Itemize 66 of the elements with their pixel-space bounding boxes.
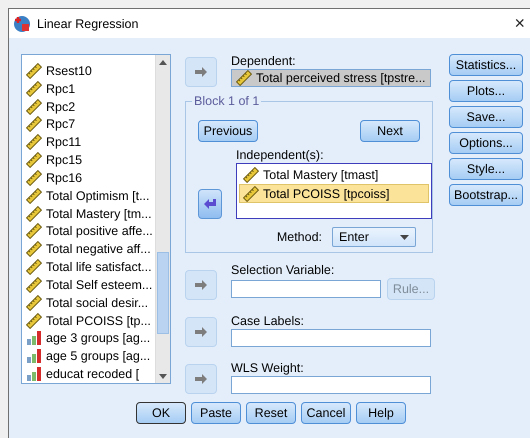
dropdown-arrow-icon [400, 234, 409, 240]
bar-chart-icon [26, 348, 42, 364]
right-arrow-icon [194, 326, 208, 338]
field-label: Selection Variable: [231, 263, 336, 277]
dialog-button[interactable]: Save... [449, 106, 523, 128]
field-label: Dependent: [231, 54, 297, 68]
independent-item[interactable]: Total PCOISS [tpcoiss] [239, 184, 429, 203]
variable-item[interactable]: age 5 groups [ag... [22, 347, 155, 366]
variable-item[interactable]: Rpc2 [22, 98, 155, 116]
variable-item[interactable]: Rpc1 [22, 80, 155, 98]
variable-item[interactable]: Total life satisfact... [22, 258, 155, 276]
variable-item[interactable]: educat recoded [ [22, 365, 155, 383]
case-labels-field[interactable] [231, 329, 431, 347]
method-value: Enter [339, 230, 369, 244]
dialog-button[interactable]: Plots... [449, 80, 523, 102]
method-label: Method: [276, 230, 322, 244]
variable-item[interactable]: Total negative aff... [22, 240, 155, 258]
variable-item[interactable]: Rpc11 [22, 133, 155, 152]
close-button[interactable]: × [514, 13, 525, 34]
group-title: Block 1 of 1 [192, 94, 262, 108]
variable-item[interactable]: Total PCOISS [tp... [22, 312, 155, 330]
bar-chart-icon [26, 366, 42, 382]
field-label: Case Labels: [231, 314, 305, 328]
next-button[interactable]: Next [360, 120, 420, 142]
move-variable-button[interactable] [198, 189, 222, 219]
scrollbar[interactable] [155, 55, 170, 383]
right-arrow-icon [194, 66, 208, 78]
variable-list[interactable] [21, 54, 171, 384]
right-arrow-icon [194, 279, 208, 291]
bar-chart-icon [26, 330, 42, 346]
variable-item[interactable]: Rpc16 [22, 168, 155, 187]
selection-field[interactable] [231, 280, 381, 298]
dialog-button[interactable]: OK [136, 402, 186, 424]
method-dropdown[interactable]: Enter [332, 227, 416, 247]
dialog-button[interactable]: Bootstrap... [449, 184, 523, 206]
scroll-thumb[interactable] [157, 252, 169, 334]
previous-button[interactable]: Previous [198, 120, 258, 142]
left-arrow-icon [203, 198, 217, 210]
dialog-button[interactable]: Reset [246, 402, 296, 424]
variable-item[interactable]: age 3 groups [ag... [22, 329, 155, 348]
dialog-button[interactable]: Options... [449, 132, 523, 154]
scroll-down-icon[interactable] [159, 374, 167, 378]
independent-list[interactable]: Total Mastery [tmast] Total PCOISS [tpcoiss] [236, 163, 432, 219]
dialog-button[interactable]: Help [356, 402, 406, 424]
ruler-icon [243, 186, 259, 202]
variable-item[interactable]: Total Optimism [t... [22, 186, 155, 205]
right-arrow-icon [194, 373, 208, 385]
dialog-button[interactable]: Paste [191, 402, 241, 424]
field-label: Independent(s): [236, 148, 325, 162]
independent-item[interactable]: Total Mastery [tmast] [239, 165, 429, 184]
variable-item[interactable]: Rpc15 [22, 151, 155, 169]
dialog-button[interactable]: Style... [449, 158, 523, 180]
wls-weight-field[interactable] [231, 376, 431, 394]
variable-item[interactable]: Total positive affe... [22, 222, 155, 240]
window-title: Linear Regression [37, 16, 140, 30]
variable-item[interactable]: Rsest10 [22, 62, 155, 80]
variable-item[interactable]: Rpc7 [22, 115, 155, 134]
scroll-up-icon[interactable] [159, 60, 167, 64]
field-label: WLS Weight: [231, 361, 305, 375]
dialog-button[interactable]: Cancel [301, 402, 351, 424]
variable-item[interactable]: Total Mastery [tm... [22, 204, 155, 222]
variable-item[interactable]: Total Self esteem... [22, 276, 155, 294]
dependent-field[interactable]: Total perceived stress [tpstre... [231, 69, 431, 87]
variable-item[interactable]: Total social desir... [22, 294, 155, 312]
app-icon [13, 14, 31, 32]
dialog-button[interactable]: Statistics... [449, 54, 523, 76]
